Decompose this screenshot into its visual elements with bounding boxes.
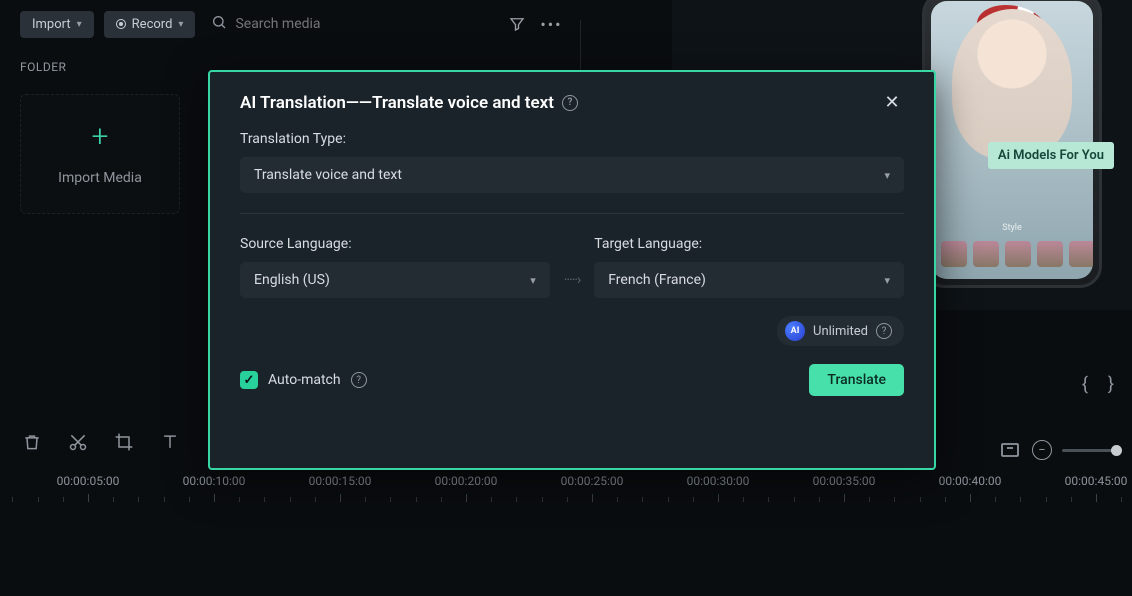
help-icon[interactable]: ? bbox=[351, 372, 367, 388]
folder-heading: FOLDER bbox=[20, 60, 180, 74]
more-icon[interactable]: ••• bbox=[539, 12, 563, 36]
timecode-label: 00:00:15:00 bbox=[309, 474, 372, 488]
phone-section-label: Style bbox=[1002, 223, 1022, 233]
chevron-down-icon: ▾ bbox=[884, 169, 890, 182]
checkbox-checked-icon[interactable]: ✓ bbox=[240, 371, 258, 389]
help-icon[interactable]: ? bbox=[876, 323, 892, 339]
chevron-down-icon: ▾ bbox=[77, 19, 82, 30]
auto-match-option[interactable]: ✓ Auto-match ? bbox=[240, 371, 367, 389]
plus-icon: + bbox=[92, 122, 109, 152]
target-language-select[interactable]: French (France) ▾ bbox=[594, 262, 904, 298]
dialog-title: AI Translation——Translate voice and text… bbox=[240, 93, 578, 113]
zoom-out-icon[interactable]: − bbox=[1032, 440, 1052, 460]
translation-type-select[interactable]: Translate voice and text ▾ bbox=[240, 157, 904, 193]
translation-type-value: Translate voice and text bbox=[254, 167, 402, 183]
cut-icon[interactable] bbox=[66, 430, 90, 454]
ai-badge-icon: AI bbox=[785, 321, 805, 341]
overlay-caption: Ai Models For You bbox=[988, 142, 1114, 169]
target-language-value: French (France) bbox=[608, 272, 706, 288]
record-icon bbox=[116, 19, 126, 29]
close-brace[interactable]: } bbox=[1108, 374, 1114, 395]
filter-icon[interactable] bbox=[505, 12, 529, 36]
close-icon[interactable]: ✕ bbox=[880, 92, 904, 113]
auto-match-label: Auto-match bbox=[268, 372, 341, 388]
timecode-label: 00:00:25:00 bbox=[561, 474, 624, 488]
source-language-label: Source Language: bbox=[240, 236, 550, 252]
ai-translation-dialog: AI Translation——Translate voice and text… bbox=[208, 70, 936, 470]
text-icon[interactable] bbox=[158, 430, 182, 454]
timecode-label: 00:00:20:00 bbox=[435, 474, 498, 488]
marker-braces: { } bbox=[1082, 374, 1114, 395]
zoom-slider[interactable] bbox=[1062, 449, 1118, 452]
search-field[interactable] bbox=[211, 14, 375, 34]
record-button[interactable]: Record ▾ bbox=[104, 11, 196, 38]
unlimited-label: Unlimited bbox=[813, 324, 868, 339]
import-media-tile[interactable]: + Import Media bbox=[20, 94, 180, 214]
source-language-select[interactable]: English (US) ▾ bbox=[240, 262, 550, 298]
dialog-title-text: AI Translation——Translate voice and text bbox=[240, 93, 554, 113]
import-button[interactable]: Import ▾ bbox=[20, 11, 94, 38]
timecode-label: 00:00:10:00 bbox=[183, 474, 246, 488]
timecode-label: 00:00:05:00 bbox=[57, 474, 120, 488]
fit-icon[interactable] bbox=[998, 438, 1022, 462]
import-media-label: Import Media bbox=[58, 170, 142, 186]
translate-button[interactable]: Translate bbox=[809, 364, 904, 396]
translation-type-label: Translation Type: bbox=[240, 131, 904, 147]
timecode-label: 00:00:40:00 bbox=[939, 474, 1002, 488]
crop-icon[interactable] bbox=[112, 430, 136, 454]
chevron-down-icon: ▾ bbox=[884, 274, 890, 287]
timecode-label: 00:00:30:00 bbox=[687, 474, 750, 488]
search-input[interactable] bbox=[235, 16, 375, 32]
help-icon[interactable]: ? bbox=[562, 95, 578, 111]
source-language-value: English (US) bbox=[254, 272, 330, 288]
chevron-down-icon: ▾ bbox=[530, 274, 536, 287]
arrow-right-icon: ·····› bbox=[564, 272, 581, 298]
open-brace[interactable]: { bbox=[1082, 374, 1088, 395]
chevron-down-icon: ▾ bbox=[178, 19, 183, 30]
delete-icon[interactable] bbox=[20, 430, 44, 454]
media-panel: FOLDER + Import Media bbox=[0, 48, 200, 222]
timecode-label: 00:00:45:00 bbox=[1065, 474, 1128, 488]
search-icon bbox=[211, 14, 227, 34]
timecode-label: 00:00:35:00 bbox=[813, 474, 876, 488]
zoom-control[interactable]: − bbox=[998, 438, 1118, 462]
unlimited-chip: AI Unlimited ? bbox=[777, 316, 904, 346]
import-label: Import bbox=[32, 17, 71, 32]
target-language-label: Target Language: bbox=[594, 236, 904, 252]
timeline-ruler[interactable]: 00:00:05:00 00:00:10:00 00:00:15:00 00:00:2… bbox=[0, 472, 1132, 522]
divider bbox=[240, 213, 904, 214]
record-label: Record bbox=[132, 17, 173, 32]
